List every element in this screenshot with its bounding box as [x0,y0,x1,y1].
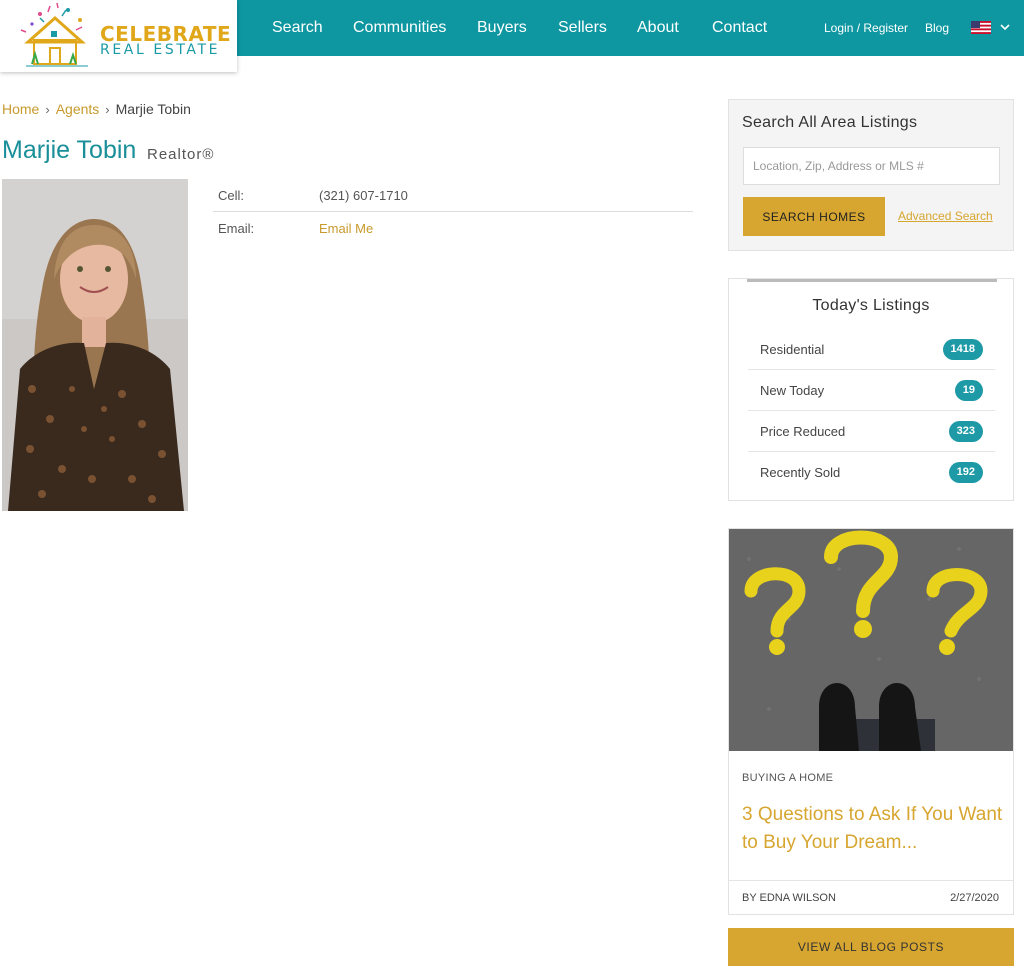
blog-card[interactable]: BUYING A HOME 3 Questions to Ask If You … [728,528,1014,915]
email-me-link[interactable]: Email Me [319,221,373,236]
cell-value[interactable]: (321) 607-1710 [319,188,408,203]
widget-top-divider [747,279,997,282]
search-input[interactable] [743,147,1000,185]
listing-label: New Today [760,383,825,398]
house-logo-icon [20,2,88,67]
cell-label: Cell: [218,188,245,203]
blog-image[interactable] [729,529,1013,751]
list-item[interactable]: Price Reduced 323 [748,411,995,452]
nav-contact[interactable]: Contact [712,0,767,56]
view-all-blog-posts-button[interactable]: VIEW ALL BLOG POSTS [728,928,1014,966]
count-badge: 323 [948,421,983,442]
nav-sellers[interactable]: Sellers [558,0,607,56]
breadcrumb-home[interactable]: Home [2,101,39,117]
blog-category[interactable]: BUYING A HOME [742,772,833,784]
blog-card-footer: BY EDNA WILSON 2/27/2020 [729,880,1013,914]
list-item[interactable]: Recently Sold 192 [748,452,995,493]
listings-title: Today's Listings [812,297,930,314]
blog-link[interactable]: Blog [925,0,949,56]
email-label: Email: [218,221,255,236]
site-header: CELEBRATE REAL ESTATE Search Communities… [0,0,1024,72]
breadcrumb-current: Marjie Tobin [115,101,191,117]
listing-label: Residential [760,342,825,357]
agent-name: Marjie Tobin [2,136,137,164]
us-flag-icon[interactable] [971,21,991,34]
blog-post-title[interactable]: 3 Questions to Ask If You Want to Buy Yo… [742,801,1004,857]
count-badge: 1418 [942,339,983,360]
agent-photo [2,179,188,511]
contact-row-cell: Cell: (321) 607-1710 [213,186,693,212]
nav-about[interactable]: About [637,0,679,56]
chevron-right-icon: › [45,102,50,117]
nav-search[interactable]: Search [272,0,323,56]
list-item[interactable]: New Today 19 [748,370,995,411]
agent-title: Realtor® [147,146,215,163]
nav-communities[interactable]: Communities [353,0,446,56]
advanced-search-link[interactable]: Advanced Search [898,209,993,223]
search-homes-button[interactable]: SEARCH HOMES [743,197,885,236]
contact-row-email: Email: Email Me [213,219,693,245]
login-register-link[interactable]: Login / Register [824,0,908,56]
blog-date: 2/27/2020 [950,892,999,904]
blog-author: BY EDNA WILSON [742,892,836,904]
nav-buyers[interactable]: Buyers [477,0,527,56]
listing-label: Recently Sold [760,465,841,480]
chevron-down-icon[interactable] [999,20,1011,34]
breadcrumb: Home › Agents › Marjie Tobin [2,101,191,117]
todays-listings-widget: Today's Listings Residential 1418 New To… [728,278,1014,501]
search-widget-title: Search All Area Listings [742,114,918,131]
count-badge: 19 [954,380,983,401]
search-widget: Search All Area Listings SEARCH HOMES Ad… [728,99,1014,251]
site-logo[interactable]: CELEBRATE REAL ESTATE [0,0,237,72]
count-badge: 192 [948,462,983,483]
list-item[interactable]: Residential 1418 [748,329,995,370]
chevron-right-icon: › [105,102,110,117]
logo-name-line2: REAL ESTATE [100,42,221,58]
listing-label: Price Reduced [760,424,846,439]
breadcrumb-agents[interactable]: Agents [56,101,100,117]
